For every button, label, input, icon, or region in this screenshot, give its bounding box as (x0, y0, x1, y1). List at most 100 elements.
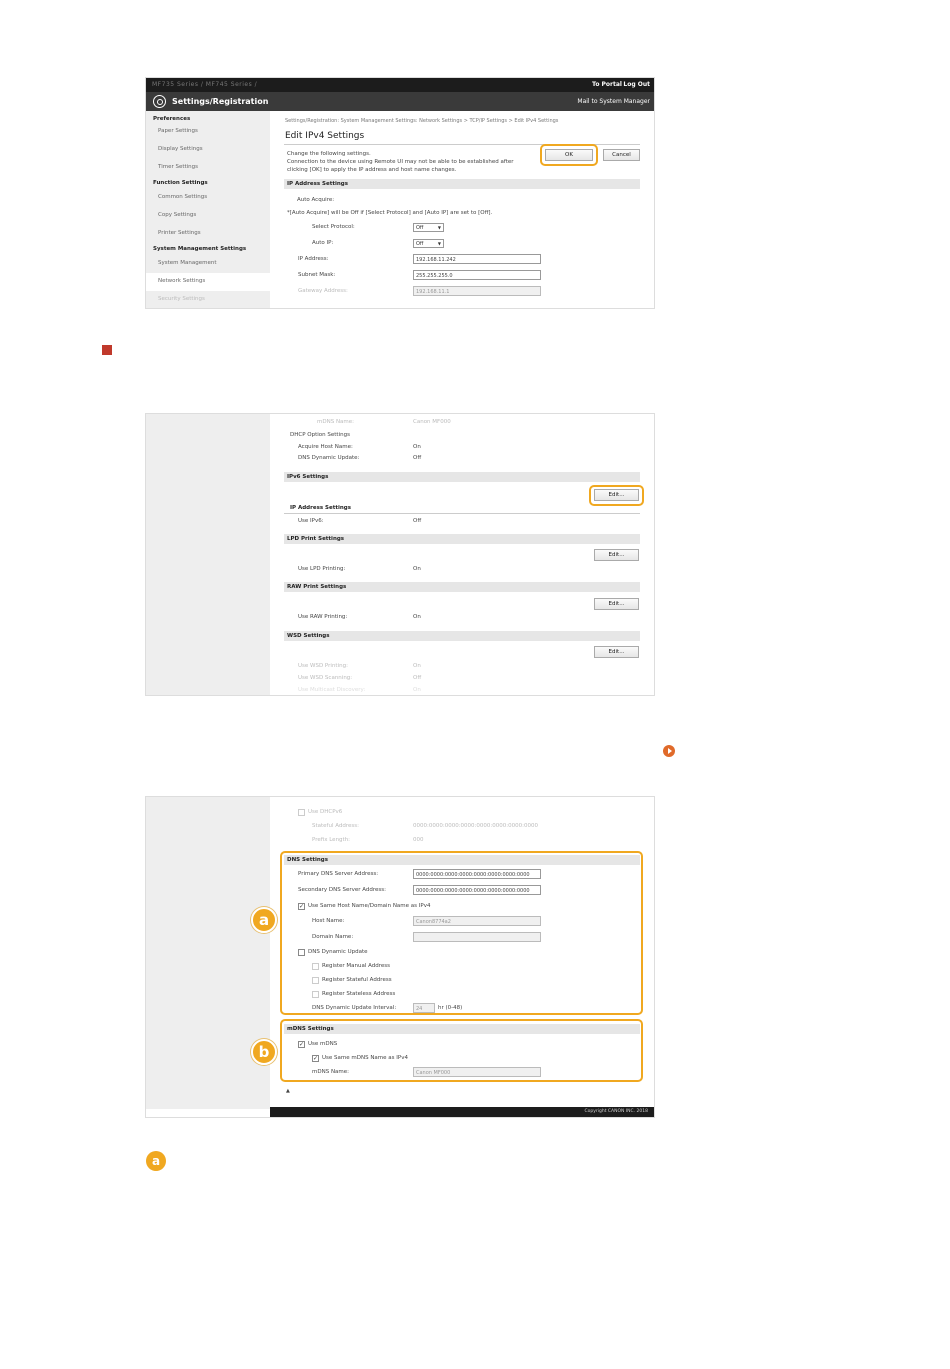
subnet-mask-input[interactable]: 255.255.255.0 (413, 270, 541, 280)
title-bar: Settings/Registration Mail to System Man… (146, 92, 654, 111)
main-content: Use DHCPv6 Stateful Address: 0000:0000:0… (270, 797, 654, 1117)
use-ipv6-value: Off (413, 518, 422, 524)
callout-a-badge: a (251, 907, 277, 933)
ok-button[interactable]: OK (545, 149, 593, 161)
auto-ip-dropdown[interactable]: Off (413, 239, 444, 248)
dhcp-option-settings-label: DHCP Option Settings (290, 432, 350, 438)
sidebar-common-settings[interactable]: Common Settings (146, 189, 270, 207)
gateway-address-input[interactable]: 192.168.11.1 (413, 286, 541, 296)
gateway-address-label: Gateway Address: (298, 288, 348, 294)
stateful-address-value: 0000:0000:0000:0000:0000:0000:0000:0000 (413, 823, 538, 829)
wsd-settings-header: WSD Settings (284, 631, 640, 641)
use-same-host-checkbox[interactable]: ✓ (298, 903, 305, 910)
host-name-label: Host Name: (312, 918, 345, 924)
use-wsd-scanning-value: Off (413, 675, 422, 681)
dns-interval-input[interactable]: 24 (413, 1003, 435, 1013)
screenshot-edit-ipv4: MF735 Series / MF745 Series / To Portal … (145, 77, 655, 309)
main-content: Settings/Registration: System Management… (270, 111, 654, 308)
app-title: Settings/Registration (172, 97, 269, 106)
use-same-mdns-checkbox[interactable]: ✓ (312, 1055, 319, 1062)
use-multicast-value: On (413, 687, 421, 693)
description-line-2: Connection to the device using Remote UI… (287, 159, 514, 165)
dns-dynamic-update-label: DNS Dynamic Update: (298, 455, 360, 461)
dns-dynamic-update-label: DNS Dynamic Update (308, 949, 368, 955)
domain-name-input[interactable] (413, 932, 541, 942)
use-multicast-label: Use Multicast Discovery: (298, 687, 366, 693)
sidebar-copy-settings[interactable]: Copy Settings (146, 207, 270, 225)
register-stateless-checkbox[interactable] (312, 991, 319, 998)
use-dhcpv6-label: Use DHCPv6 (308, 809, 343, 815)
sidebar-security-settings[interactable]: Security Settings (146, 291, 270, 308)
ip-address-settings-header: IP Address Settings (284, 179, 640, 189)
use-wsd-scanning-label: Use WSD Scanning: (298, 675, 353, 681)
mdns-name-input[interactable]: Canon MF000 (413, 1067, 541, 1077)
register-manual-checkbox[interactable] (312, 963, 319, 970)
cancel-button[interactable]: Cancel (603, 149, 640, 161)
secondary-dns-input[interactable]: 0000:0000:0000:0000:0000:0000:0000:0000 (413, 885, 541, 895)
use-wsd-printing-label: Use WSD Printing: (298, 663, 348, 669)
page-title: Edit IPv4 Settings (285, 131, 365, 141)
use-dhcpv6-checkbox[interactable] (298, 809, 305, 816)
raw-edit-button[interactable]: Edit... (594, 598, 639, 610)
mail-to-manager-link[interactable]: Mail to System Manager (577, 98, 650, 105)
screenshot-edit-ipv6-dns: Use DHCPv6 Stateful Address: 0000:0000:0… (145, 796, 655, 1118)
register-stateful-checkbox[interactable] (312, 977, 319, 984)
ip-address-input[interactable]: 192.168.11.242 (413, 254, 541, 264)
register-stateless-label: Register Stateless Address (322, 991, 396, 997)
description-line-3: clicking [OK] to apply the IP address an… (287, 167, 457, 173)
sidebar-blank (146, 797, 270, 1109)
log-out-link[interactable]: Log Out (623, 81, 650, 88)
sidebar-system-management[interactable]: System Management (146, 255, 270, 273)
primary-dns-label: Primary DNS Server Address: (298, 871, 379, 877)
use-raw-label: Use RAW Printing: (298, 614, 348, 620)
use-wsd-printing-value: On (413, 663, 421, 669)
prefix-length-value: 000 (413, 837, 424, 843)
use-same-host-label: Use Same Host Name/Domain Name as IPv4 (308, 903, 431, 909)
description-line-1: Change the following settings. (287, 151, 371, 157)
sidebar: Preferences Paper Settings Display Setti… (146, 111, 270, 308)
dns-dynamic-update-checkbox[interactable] (298, 949, 305, 956)
ipv6-edit-button[interactable]: Edit... (594, 489, 639, 501)
wsd-edit-button[interactable]: Edit... (594, 646, 639, 658)
host-name-input[interactable]: Canon8774a2 (413, 916, 541, 926)
mdns-name-label: mDNS Name: (317, 419, 355, 425)
use-raw-value: On (413, 614, 421, 620)
description-callout-a: a (146, 1151, 166, 1171)
acquire-host-name-value: On (413, 444, 421, 450)
sidebar-paper-settings[interactable]: Paper Settings (146, 123, 270, 141)
ip-address-settings-label: IP Address Settings (290, 505, 351, 511)
primary-dns-input[interactable]: 0000:0000:0000:0000:0000:0000:0000:0000 (413, 869, 541, 879)
ipv6-divider (284, 513, 640, 514)
link-arrow-icon[interactable] (663, 745, 675, 757)
sidebar-network-settings[interactable]: Network Settings (146, 273, 270, 291)
dns-dynamic-update-value: Off (413, 455, 422, 461)
auto-acquire-label: Auto Acquire: (297, 197, 335, 203)
sidebar-blank (146, 414, 270, 695)
sidebar-display-settings[interactable]: Display Settings (146, 141, 270, 159)
acquire-host-name-label: Acquire Host Name: (298, 444, 353, 450)
lpd-edit-button[interactable]: Edit... (594, 549, 639, 561)
mdns-settings-header: mDNS Settings (284, 1024, 640, 1034)
device-model: MF735 Series / MF745 Series / (152, 81, 258, 88)
back-to-top-link[interactable]: ▲ (286, 1088, 290, 1094)
prefix-length-label: Prefix Length: (312, 837, 351, 843)
use-lpd-label: Use LPD Printing: (298, 566, 346, 572)
step-marker-icon (102, 345, 112, 355)
use-mdns-checkbox[interactable]: ✓ (298, 1041, 305, 1048)
use-ipv6-label: Use IPv6: (298, 518, 324, 524)
use-lpd-value: On (413, 566, 421, 572)
secondary-dns-label: Secondary DNS Server Address: (298, 887, 387, 893)
dns-settings-header: DNS Settings (284, 855, 640, 865)
main-content: mDNS Name: Canon MF000 DHCP Option Setti… (270, 414, 654, 695)
mdns-name-value: Canon MF000 (413, 419, 451, 425)
callout-b-badge: b (251, 1039, 277, 1065)
mdns-name-label: mDNS Name: (312, 1069, 350, 1075)
register-manual-label: Register Manual Address (322, 963, 391, 969)
top-bar: MF735 Series / MF745 Series / To Portal … (146, 78, 654, 92)
copyright-footer: Copyright CANON INC. 2018 (270, 1107, 654, 1117)
select-protocol-dropdown[interactable]: Off (413, 223, 444, 232)
auto-ip-label: Auto IP: (312, 240, 334, 246)
lpd-print-settings-header: LPD Print Settings (284, 534, 640, 544)
to-portal-link[interactable]: To Portal (592, 81, 622, 88)
use-mdns-label: Use mDNS (308, 1041, 338, 1047)
